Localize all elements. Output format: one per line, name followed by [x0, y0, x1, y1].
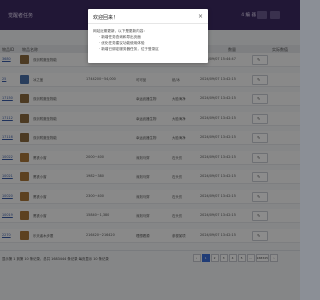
- dialog-header: 欢迎回来！ ×: [88, 9, 208, 24]
- dialog-item: · 新增已绑定服务器任务，位于登录区: [99, 47, 159, 51]
- close-icon[interactable]: ×: [198, 13, 203, 20]
- dialog-title: 欢迎回来！: [93, 15, 119, 21]
- welcome-dialog: 欢迎回来！ × 网站近期更新，以下是更新内容： · 新增任务查询和导出页面 · …: [88, 9, 208, 63]
- dialog-body: 网站近期更新，以下是更新内容： · 新增任务查询和导出页面 · 优化任务建议功能…: [93, 29, 159, 53]
